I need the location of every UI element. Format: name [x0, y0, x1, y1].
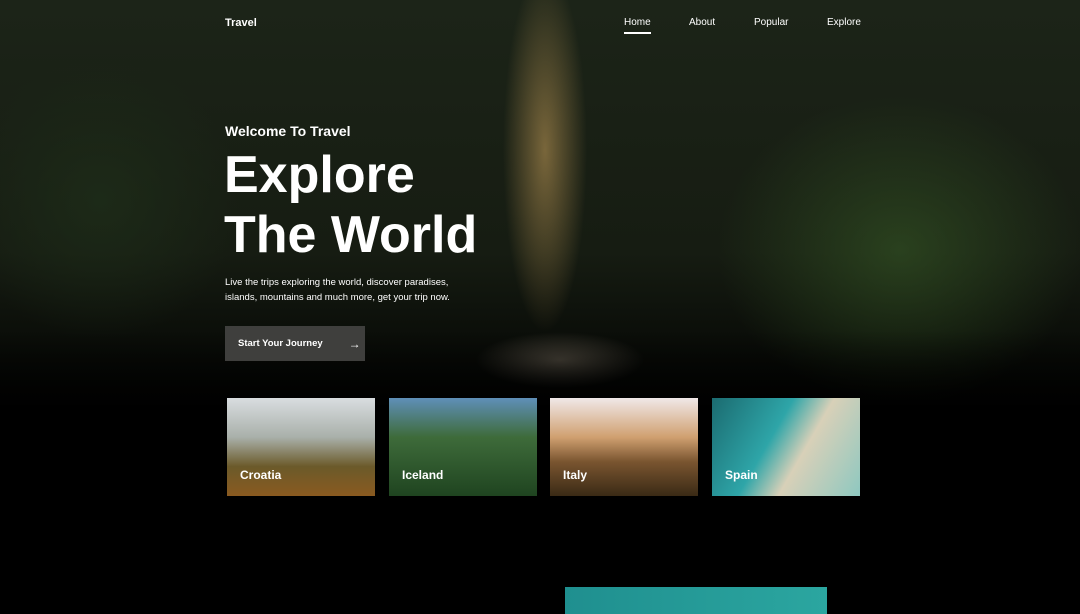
- hero-description-line2: islands, mountains and much more, get yo…: [225, 292, 450, 303]
- start-journey-button[interactable]: Start Your Journey →: [225, 326, 365, 361]
- nav-popular[interactable]: Popular: [754, 17, 788, 28]
- section-image: [565, 587, 827, 614]
- hero-title: Explore The World: [224, 145, 477, 265]
- hero-title-line2: The World: [224, 206, 478, 264]
- nav-explore[interactable]: Explore: [827, 17, 861, 28]
- nav-about[interactable]: About: [689, 17, 715, 28]
- destination-card-spain[interactable]: Spain: [712, 398, 860, 496]
- destination-label: Croatia: [240, 468, 282, 482]
- destination-label: Spain: [725, 468, 758, 482]
- destination-label: Iceland: [402, 468, 444, 482]
- destination-label: Italy: [563, 468, 588, 482]
- destination-card-croatia[interactable]: Croatia: [227, 398, 375, 496]
- destination-card-italy[interactable]: Italy: [550, 398, 698, 496]
- hero-title-line1: Explore: [224, 146, 415, 204]
- logo[interactable]: Travel: [225, 17, 257, 29]
- nav-home[interactable]: Home: [624, 17, 651, 34]
- hero-subtitle: Welcome To Travel: [225, 123, 351, 139]
- destination-card-iceland[interactable]: Iceland: [389, 398, 537, 496]
- hero-fade: [0, 330, 1080, 430]
- start-journey-label: Start Your Journey: [238, 338, 323, 349]
- arrow-right-icon: →: [348, 336, 361, 351]
- hero-description: Live the trips exploring the world, disc…: [225, 275, 485, 305]
- hero-description-line1: Live the trips exploring the world, disc…: [225, 277, 449, 288]
